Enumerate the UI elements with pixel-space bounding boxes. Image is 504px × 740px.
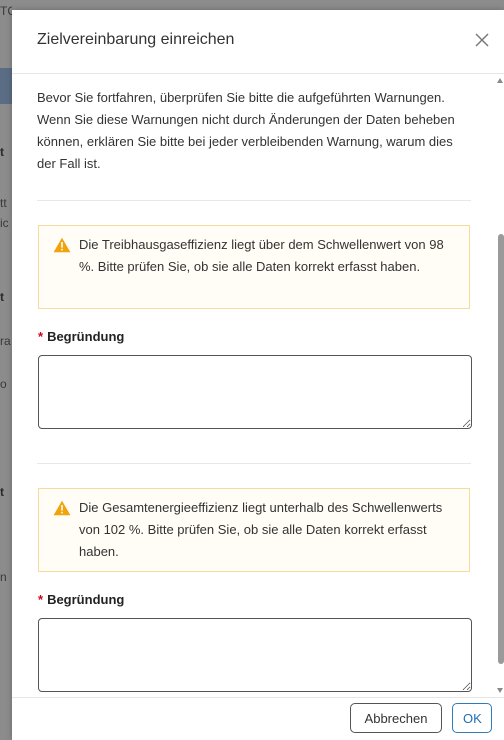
dialog-body[interactable]: Bevor Sie fortfahren, überprüfen Sie bit… — [12, 74, 504, 697]
required-marker: * — [38, 592, 44, 607]
dialog-title: Zielvereinbarung einreichen — [37, 31, 235, 48]
background-text-fragment: t — [0, 485, 4, 499]
warning-icon — [53, 500, 71, 516]
submit-goal-agreement-dialog: Zielvereinbarung einreichen Bevor Sie fo… — [12, 10, 504, 740]
background-text-fragment: t — [0, 290, 4, 304]
background-text-fragment: o — [0, 377, 7, 391]
background-header-bar — [0, 68, 12, 104]
background-text-fragment: t — [0, 145, 4, 159]
reason-label: * Begründung — [38, 592, 124, 607]
cancel-button[interactable]: Abbrechen — [350, 703, 442, 733]
background-text-fragment: tt — [0, 196, 7, 210]
reason-label: * Begründung — [38, 329, 124, 344]
vertical-scrollbar[interactable] — [496, 74, 504, 697]
required-marker: * — [38, 329, 44, 344]
ok-button[interactable]: OK — [452, 703, 492, 733]
reason-label-text: Begründung — [47, 329, 125, 344]
reason-label-text: Begründung — [47, 592, 125, 607]
dialog-header: Zielvereinbarung einreichen — [12, 10, 504, 74]
reason-textarea[interactable] — [38, 618, 472, 692]
warning-box: Die Gesamtenergieeffizienz liegt unterha… — [38, 488, 470, 572]
intro-text: Bevor Sie fortfahren, überprüfen Sie bit… — [37, 90, 455, 171]
background-text-fragment: ra — [0, 334, 11, 348]
warning-icon — [53, 237, 71, 253]
background-text-fragment: n — [0, 570, 7, 584]
close-icon — [475, 33, 489, 47]
scroll-up-arrow-icon[interactable] — [497, 78, 503, 83]
reason-textarea[interactable] — [38, 355, 472, 429]
section-divider — [37, 463, 471, 464]
warning-text: Die Gesamtenergieeffizienz liegt unterha… — [79, 500, 443, 559]
scroll-down-arrow-icon[interactable] — [497, 688, 503, 693]
warning-box: Die Treibhausgaseffizienz liegt über dem… — [38, 225, 470, 309]
warning-text: Die Treibhausgaseffizienz liegt über dem… — [79, 237, 444, 274]
close-button[interactable] — [470, 28, 494, 52]
scrollbar-thumb[interactable] — [498, 234, 504, 664]
background-text-fragment: ic — [0, 216, 9, 230]
section-divider — [37, 200, 471, 201]
background-text-fragment: TC — [0, 4, 12, 18]
dialog-footer: Abbrechen OK — [12, 697, 504, 740]
